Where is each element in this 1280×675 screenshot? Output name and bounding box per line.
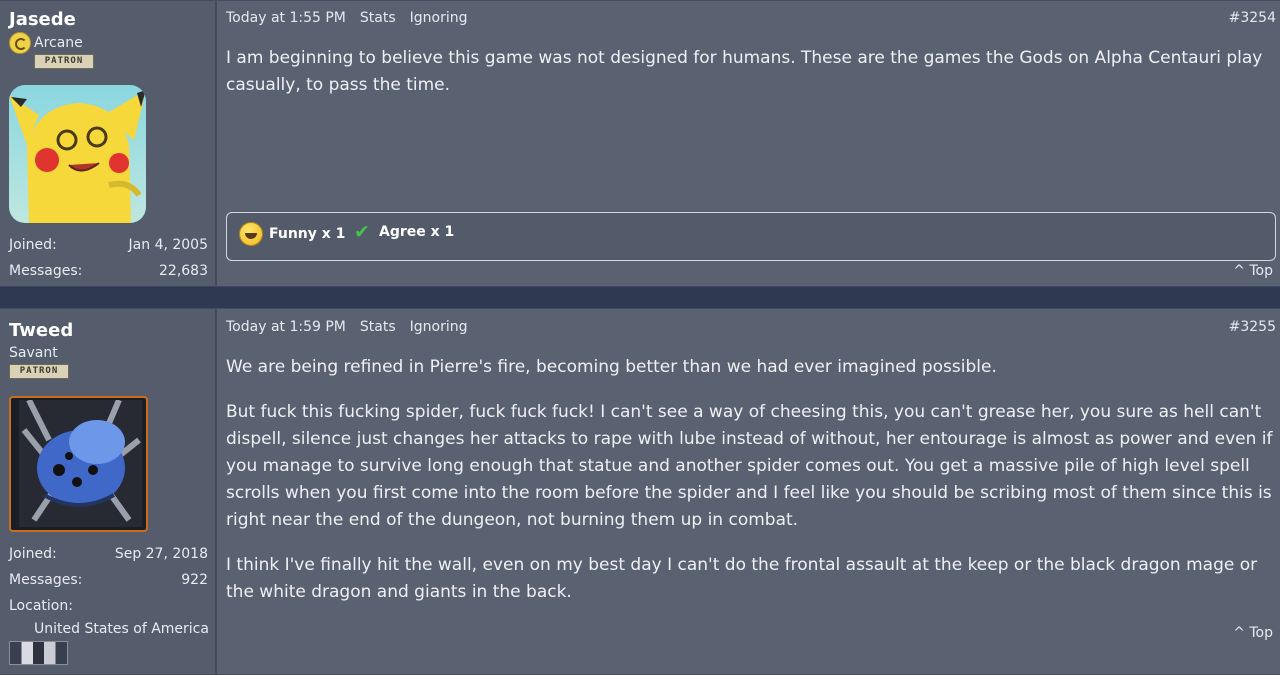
reaction-funny[interactable]: Funny x 1 — [239, 222, 345, 246]
messages-row: Messages: 922 — [9, 572, 208, 588]
messages-label: Messages: — [9, 572, 83, 588]
rank-label: Savant — [9, 345, 58, 361]
user-rank: Arcane — [9, 32, 83, 54]
post-body: I am beginning to believe this game was … — [226, 45, 1276, 99]
joined-date: Jan 4, 2005 — [128, 237, 208, 253]
username[interactable]: Jasede — [9, 9, 76, 30]
rank-label: Arcane — [34, 35, 83, 51]
avatar[interactable] — [9, 85, 146, 223]
location-value[interactable]: United States of America — [34, 621, 1272, 637]
post-time[interactable]: Today at 1:59 PM — [226, 319, 346, 335]
reaction-label: Funny x 1 — [269, 226, 346, 242]
messages-row: Messages: 22,683 — [9, 263, 208, 279]
reaction-label: Agree x 1 — [379, 224, 455, 240]
reaction-agree[interactable]: ✔ Agree x 1 — [351, 222, 454, 242]
joined-row: Joined: Sep 27, 2018 — [9, 546, 208, 562]
stats-link[interactable]: Stats — [360, 319, 396, 335]
spider-avatar-image — [19, 398, 142, 527]
post-header: Today at 1:55 PM Stats Ignoring — [226, 10, 467, 26]
user-rank: Savant — [9, 345, 58, 361]
joined-date: Sep 27, 2018 — [114, 546, 208, 562]
location-label: Location: — [9, 598, 73, 614]
patron-badge: PATRON — [34, 54, 94, 69]
joined-row: Joined: Jan 4, 2005 — [9, 237, 208, 253]
signature-banner-image — [9, 641, 68, 665]
location-row: Location: — [9, 598, 208, 614]
post-paragraph: I think I've finally hit the wall, even … — [226, 555, 1258, 602]
top-link[interactable]: ^ Top — [1233, 263, 1273, 279]
avatar-frame — [19, 398, 142, 527]
post-time[interactable]: Today at 1:55 PM — [226, 10, 346, 26]
post-3254: Jasede Arcane PATRON Joined: Jan 4, 2005… — [0, 0, 1280, 288]
post-body: We are being refined in Pierre's fire, b… — [226, 354, 1276, 606]
user-sidebar: Jasede Arcane PATRON Joined: Jan 4, 2005… — [0, 1, 217, 287]
joined-label: Joined: — [9, 546, 57, 562]
ignoring-link[interactable]: Ignoring — [410, 10, 468, 26]
checkmark-icon: ✔ — [354, 221, 370, 243]
post-paragraph: I am beginning to believe this game was … — [226, 48, 1263, 95]
post-header: Today at 1:59 PM Stats Ignoring — [226, 319, 467, 335]
joined-label: Joined: — [9, 237, 57, 253]
post-paragraph: We are being refined in Pierre's fire, b… — [226, 357, 997, 377]
post-number[interactable]: #3255 — [1229, 319, 1276, 335]
ignoring-link[interactable]: Ignoring — [410, 319, 468, 335]
post-separator — [0, 286, 1280, 309]
laughing-smiley-icon — [239, 222, 263, 246]
username[interactable]: Tweed — [9, 320, 73, 341]
stats-link[interactable]: Stats — [360, 10, 396, 26]
post-number[interactable]: #3254 — [1229, 10, 1276, 26]
avatar[interactable] — [9, 396, 148, 532]
pikachu-avatar-image — [9, 90, 146, 223]
messages-count: 922 — [181, 572, 208, 588]
post-paragraph: But fuck this fucking spider, fuck fuck … — [226, 402, 1273, 530]
dizzy-face-icon — [9, 32, 31, 54]
reactions-bar: Funny x 1 ✔ Agree x 1 — [226, 212, 1276, 261]
top-link[interactable]: ^ Top — [1233, 625, 1273, 641]
messages-count: 22,683 — [159, 263, 208, 279]
patron-badge: PATRON — [9, 364, 69, 379]
messages-label: Messages: — [9, 263, 83, 279]
